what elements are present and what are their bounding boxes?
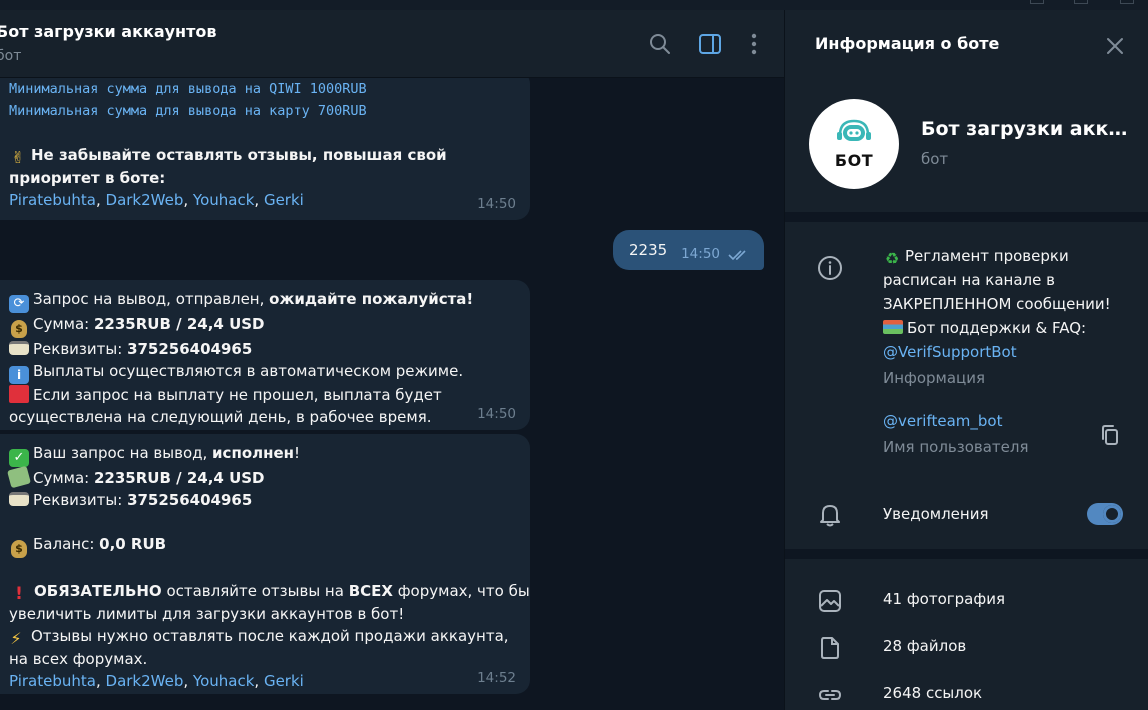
message-text: приоритет в боте: <box>9 169 166 187</box>
link-dark2web[interactable]: Dark2Web <box>106 191 184 209</box>
divider <box>785 212 1148 222</box>
copy-icon[interactable] <box>1099 423 1121 447</box>
link-gerki[interactable]: Gerki <box>264 191 304 209</box>
outgoing-message-bubble[interactable]: 2235 14:50 <box>613 230 764 270</box>
maximize-icon[interactable] <box>1074 0 1088 4</box>
message-text: на всех форумах. <box>9 650 148 668</box>
bot-info-panel: Информация о боте БОТ Бот загрузки аккау… <box>784 10 1148 710</box>
message-text: Если запрос на выплату не прошел, выплат… <box>9 384 530 406</box>
message-text: Минимальная сумма для вывода на QIWI 100… <box>9 81 367 97</box>
info-square-icon: i <box>9 366 29 384</box>
double-check-icon <box>728 250 746 261</box>
bot-name: Бот загрузки аккаунтов <box>921 118 1131 140</box>
message-text: Реквизиты: 375256404965 <box>9 489 530 511</box>
money-bag-icon: $ <box>11 320 27 338</box>
link-youhack[interactable]: Youhack <box>193 672 255 690</box>
message-text: Реквизиты: 375256404965 <box>9 338 530 360</box>
message-text: Сумма: 2235RUB / 24,4 USD <box>7 465 530 489</box>
sidebar-toggle-icon <box>699 34 721 54</box>
bell-icon <box>820 505 840 527</box>
link-piratebuhta[interactable]: Piratebuhta <box>9 672 96 690</box>
panel-title: Информация о боте <box>815 34 1000 53</box>
forum-links: Piratebuhta, Dark2Web, Youhack, Gerki <box>9 672 304 690</box>
info-icon <box>818 256 842 280</box>
refresh-icon: ⟳ <box>9 295 29 313</box>
message-text: увеличить лимиты для загрузки аккаунтов … <box>9 605 405 623</box>
bot-description: ♻ Регламент проверки расписан на канале в… <box>883 244 1133 390</box>
credit-card-icon <box>9 492 29 506</box>
message-time: 14:50 <box>681 246 720 262</box>
notifications-toggle[interactable] <box>1087 503 1123 525</box>
message-text: осуществлена на следующий день, в рабоче… <box>9 408 432 426</box>
message-text: $ Баланс: 0,0 RUB <box>9 533 530 558</box>
chat-header[interactable]: Бот загрузки аккаунтов бот <box>0 10 784 78</box>
message-bubble[interactable]: ✓ Ваш запрос на вывод, исполнен! Сумма: 2… <box>0 434 530 694</box>
file-icon <box>821 637 839 659</box>
media-files[interactable]: 28 файлов <box>883 637 966 655</box>
message-text: i Выплаты осуществляются в автоматическом… <box>9 360 530 384</box>
message-time: 14:50 <box>477 196 516 212</box>
recycle-icon: ♻ <box>884 249 900 268</box>
avatar[interactable]: БОТ <box>809 99 899 189</box>
minimize-icon[interactable] <box>1030 0 1044 4</box>
divider <box>785 549 1148 559</box>
books-icon <box>883 320 903 334</box>
window-top-strip <box>0 0 1148 10</box>
money-wings-icon <box>7 465 31 489</box>
message-bubble[interactable]: ⟳ Запрос на вывод, отправлен, ожидайте по… <box>0 280 530 430</box>
support-bot-link[interactable]: @VerifSupportBot <box>883 340 1133 364</box>
chat-area: Минимальная сумма для вывода на QIWI 100… <box>0 10 784 710</box>
more-vertical-icon <box>751 33 757 55</box>
media-links[interactable]: 2648 ссылок <box>883 684 982 702</box>
photo-icon <box>819 590 841 612</box>
forum-links: Piratebuhta, Dark2Web, Youhack, Gerki <box>9 191 304 209</box>
message-text: ✓ Ваш запрос на вывод, исполнен! <box>9 442 530 467</box>
link-piratebuhta[interactable]: Piratebuhta <box>9 191 96 209</box>
link-youhack[interactable]: Youhack <box>193 191 255 209</box>
message-text: 2235 <box>629 241 668 259</box>
message-text: ⟳ Запрос на вывод, отправлен, ожидайте по… <box>9 288 530 313</box>
bot-type: бот <box>921 150 949 168</box>
chat-title[interactable]: Бот загрузки аккаунтов <box>0 22 217 41</box>
message-text: ⚡ Отзывы нужно оставлять после каждой про… <box>10 627 509 648</box>
money-bag-icon: $ <box>11 540 27 558</box>
message-text: ! ОБЯЗАТЕЛЬНО оставляйте отзывы на ВСЕХ ф… <box>9 580 530 603</box>
message-text: $ Сумма: 2235RUB / 24,4 USD <box>9 313 530 338</box>
message-time: 14:50 <box>477 406 516 422</box>
search-icon <box>650 34 670 54</box>
username-caption: Имя пользователя <box>883 438 1029 456</box>
link-icon <box>818 690 842 700</box>
avatar-label: БОТ <box>834 150 874 170</box>
link-dark2web[interactable]: Dark2Web <box>106 672 184 690</box>
victory-hand-icon: ✌ <box>11 148 25 167</box>
check-mark-icon: ✓ <box>9 449 29 467</box>
red-square-icon <box>9 385 29 403</box>
media-photos[interactable]: 41 фотография <box>883 590 1005 608</box>
link-gerki[interactable]: Gerki <box>264 672 304 690</box>
robot-headset-icon <box>837 119 871 141</box>
message-text: ✌ Не забывайте оставлять отзывы, повышая … <box>9 144 530 167</box>
more-button[interactable] <box>740 30 768 58</box>
search-button[interactable] <box>646 30 674 58</box>
credit-card-icon <box>9 341 29 355</box>
username-link[interactable]: @verifteam_bot <box>883 412 1002 430</box>
toggle-info-panel-button[interactable] <box>696 30 724 58</box>
message-text: Минимальная сумма для вывода на карту 70… <box>9 103 367 119</box>
notifications-label: Уведомления <box>883 505 989 523</box>
message-bubble[interactable]: Минимальная сумма для вывода на QIWI 100… <box>0 70 530 220</box>
window-close-icon[interactable] <box>1120 0 1134 4</box>
close-icon[interactable] <box>1103 34 1127 58</box>
message-time: 14:52 <box>477 670 516 686</box>
lightning-icon: ⚡ <box>10 629 22 648</box>
chat-subtitle: бот <box>0 48 22 64</box>
exclamation-icon: ! <box>15 584 23 604</box>
description-caption: Информация <box>883 369 986 387</box>
